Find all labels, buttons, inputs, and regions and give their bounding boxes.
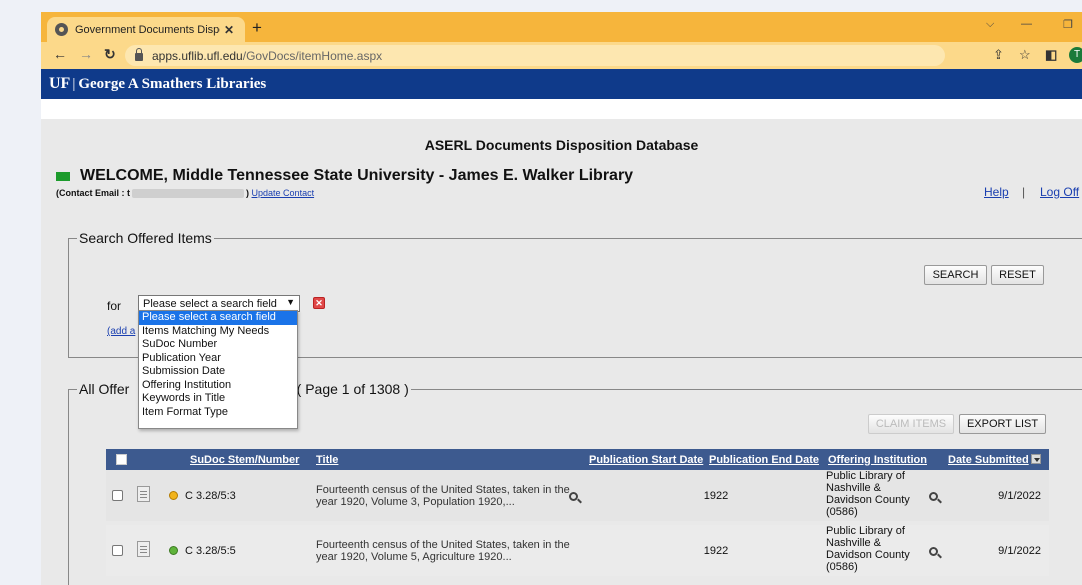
document-icon[interactable] xyxy=(137,541,150,557)
uf-logo[interactable]: UF xyxy=(49,75,70,93)
search-field-dropdown: Please select a search field Items Match… xyxy=(138,310,298,429)
title-search-icon[interactable] xyxy=(569,492,578,501)
col-pub-end[interactable]: Publication End Date xyxy=(709,454,819,466)
row-checkbox[interactable] xyxy=(112,545,123,556)
page-title: ASERL Documents Disposition Database xyxy=(424,137,699,153)
contact-label: (Contact Email : t xyxy=(56,188,131,198)
browser-toolbar: ← → ↻ apps.uflib.ufl.edu/GovDocs/itemHom… xyxy=(41,42,1082,69)
library-name[interactable]: George A Smathers Libraries xyxy=(78,76,266,93)
lock-icon[interactable] xyxy=(135,48,143,61)
redacted-email xyxy=(132,188,245,198)
tab-strip: Government Documents Disposi ✕ + ⌵ — ❐ xyxy=(41,12,1082,42)
item-title: Fourteenth census of the United States, … xyxy=(316,484,570,508)
page-content: ASERL Documents Disposition Database WEL… xyxy=(41,119,1082,585)
welcome-banner: WELCOME, Middle Tennessee State Universi… xyxy=(56,167,633,185)
reset-button[interactable]: RESET xyxy=(991,265,1044,285)
option-submission-date[interactable]: Submission Date xyxy=(139,365,297,379)
table-row: C 3.28/5:5 Fourteenth census of the Unit… xyxy=(106,525,1049,576)
link-separator: | xyxy=(1022,185,1026,199)
address-bar[interactable]: apps.uflib.ufl.edu/GovDocs/itemHome.aspx xyxy=(125,45,945,66)
status-dot-icon xyxy=(169,491,178,500)
tab-search-chevron-icon[interactable]: ⌵ xyxy=(986,18,994,31)
select-value: Please select a search field xyxy=(143,297,277,310)
table-row: C 3.28/5:3 Fourteenth census of the Unit… xyxy=(106,470,1049,521)
document-icon[interactable] xyxy=(137,486,150,502)
reload-icon[interactable]: ↻ xyxy=(104,46,116,63)
col-date-submitted[interactable]: Date Submitted xyxy=(948,453,1041,466)
remove-x-icon[interactable]: ✕ xyxy=(313,297,325,309)
contact-line: (Contact Email : t ) Update Contact xyxy=(56,188,314,198)
url-path: /GovDocs/itemHome.aspx xyxy=(242,48,383,63)
header-separator: | xyxy=(72,75,76,92)
tab-government-documents[interactable]: Government Documents Disposi ✕ xyxy=(47,17,245,42)
export-list-button[interactable]: EXPORT LIST xyxy=(959,414,1046,434)
col-date-submitted-label: Date Submitted xyxy=(948,453,1029,466)
add-criteria-link[interactable]: (add a xyxy=(107,326,135,337)
option-please-select[interactable]: Please select a search field xyxy=(139,311,297,325)
option-offering-institution[interactable]: Offering Institution xyxy=(139,379,297,393)
for-label: for xyxy=(107,299,122,313)
minimize-icon[interactable]: — xyxy=(1021,18,1032,30)
offering-institution: Public Library of Nashville & Davidson C… xyxy=(826,470,910,518)
spacer xyxy=(41,99,1082,119)
col-title[interactable]: Title xyxy=(316,454,338,466)
row-checkbox[interactable] xyxy=(112,490,123,501)
option-keywords-in-title[interactable]: Keywords in Title xyxy=(139,392,297,406)
col-sudoc[interactable]: SuDoc Stem/Number xyxy=(190,454,299,466)
institution-search-icon[interactable] xyxy=(929,492,938,501)
help-link[interactable]: Help xyxy=(984,185,1009,199)
back-icon[interactable]: ← xyxy=(53,46,67,62)
new-tab-button[interactable]: + xyxy=(252,18,262,38)
tab-close-icon[interactable]: ✕ xyxy=(224,23,234,37)
offering-institution: Public Library of Nashville & Davidson C… xyxy=(826,525,910,573)
contact-close-paren: ) xyxy=(246,188,250,198)
uf-header: UF | George A Smathers Libraries xyxy=(41,69,1082,99)
col-institution[interactable]: Offering Institution xyxy=(828,454,927,466)
option-items-matching[interactable]: Items Matching My Needs xyxy=(139,325,297,339)
share-icon[interactable]: ⇪ xyxy=(993,47,1004,63)
side-panel-icon[interactable]: ◧ xyxy=(1045,47,1057,63)
chevron-down-icon: ▼ xyxy=(286,297,295,307)
option-publication-year[interactable]: Publication Year xyxy=(139,352,297,366)
forward-icon[interactable]: → xyxy=(79,46,93,62)
status-dot-icon xyxy=(169,546,178,555)
url-host: apps.uflib.ufl.edu xyxy=(152,48,243,63)
logoff-link[interactable]: Log Off xyxy=(1040,185,1079,199)
option-sudoc-number[interactable]: SuDoc Number xyxy=(139,338,297,352)
browser-window: Government Documents Disposi ✕ + ⌵ — ❐ ←… xyxy=(41,12,1082,585)
pub-start-date: 1922 xyxy=(703,545,729,557)
claim-items-button[interactable]: CLAIM ITEMS xyxy=(868,414,954,434)
sort-icon[interactable] xyxy=(1030,453,1041,464)
update-contact-link[interactable]: Update Contact xyxy=(252,188,315,198)
profile-avatar[interactable]: T xyxy=(1069,47,1082,63)
search-button[interactable]: SEARCH xyxy=(924,265,987,285)
restore-icon[interactable]: ❐ xyxy=(1063,18,1073,31)
results-legend-prefix: All Offer xyxy=(79,381,130,397)
search-legend: Search Offered Items xyxy=(79,230,212,246)
select-all-checkbox[interactable] xyxy=(116,454,127,465)
sudoc-number: C 3.28/5:3 xyxy=(185,490,236,502)
option-item-format-type[interactable]: Item Format Type xyxy=(139,406,297,420)
item-title: Fourteenth census of the United States, … xyxy=(316,539,570,563)
status-square-icon xyxy=(56,171,70,181)
tab-title: Government Documents Disposi xyxy=(75,23,220,36)
star-icon[interactable]: ☆ xyxy=(1019,47,1031,63)
sudoc-number: C 3.28/5:5 xyxy=(185,545,236,557)
welcome-text: WELCOME, Middle Tennessee State Universi… xyxy=(80,167,634,184)
pub-start-date: 1922 xyxy=(703,490,729,502)
globe-icon xyxy=(55,23,68,36)
col-pub-start[interactable]: Publication Start Date xyxy=(589,454,703,466)
date-submitted: 9/1/2022 xyxy=(998,545,1041,557)
date-submitted: 9/1/2022 xyxy=(998,490,1041,502)
institution-search-icon[interactable] xyxy=(929,547,938,556)
table-header: SuDoc Stem/Number Title Publication Star… xyxy=(106,449,1049,470)
